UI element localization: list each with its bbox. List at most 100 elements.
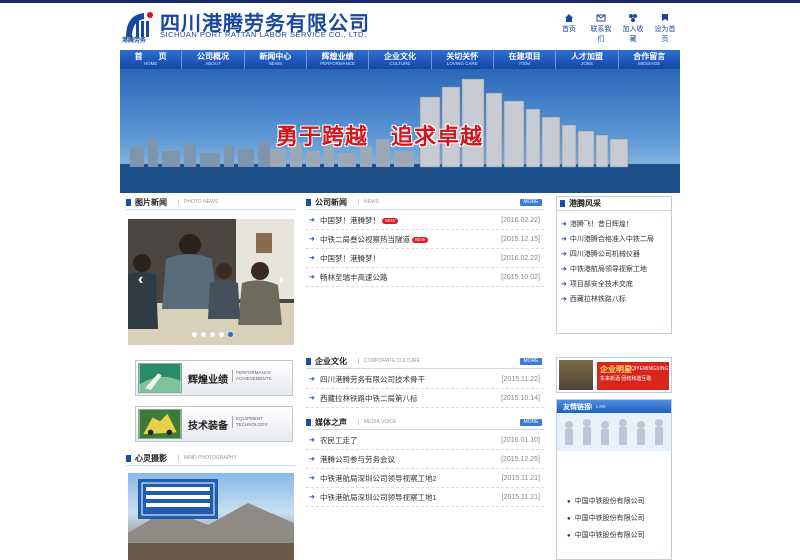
business-people-image [557,413,671,451]
slider-dot[interactable] [219,332,224,337]
news-title: 西藏拉林铁路中铁二局第八标 [320,394,418,403]
section-title-en: CORPORATE CULTURE [358,358,420,364]
arrow-icon: ➜ [309,437,315,444]
photo-slider[interactable]: ‹ › [128,219,294,345]
bookmark-icon [629,14,637,22]
nav-performance[interactable]: 辉煌业绩 PERFORMANCE [307,50,370,69]
list-item[interactable]: ➜ 西藏拉林铁路八标 [561,292,654,307]
arrow-icon: ➜ [309,475,315,482]
nav-label-en: JOBS [581,61,593,66]
slider-dot[interactable] [210,332,215,337]
section-bullet-icon [306,358,311,365]
slider-next-icon[interactable]: › [279,271,284,289]
more-button[interactable]: MORE [520,419,542,426]
more-button[interactable]: MORE [520,358,542,365]
list-item[interactable]: ➜ 港腾飞！昔日辉煌！ [561,217,654,232]
nav-label: 合作留言 [633,52,666,61]
corporate-star-banner[interactable]: 企业明星 QIYEMINGXING 东来新酒 团结和谐互助 [556,357,672,393]
slider-dot[interactable] [192,332,197,337]
arrow-icon: ➜ [561,296,567,303]
bullet-icon: ● [567,499,571,505]
header-link-bookmark[interactable]: 加入收藏 [620,13,646,44]
news-date: [2015.11.22] [501,376,540,383]
nav-label-en: CULTURE [389,61,411,66]
performance-thumbnail-image [138,363,182,393]
side-news-title: 四川港腾公司机械仪器 [569,251,640,258]
nav-loving-care[interactable]: 关切关怀 LOVING CARE [432,50,494,69]
slider-photo-image [128,219,294,345]
nav-home[interactable]: 首 页 HOME [120,50,183,69]
list-item[interactable]: ➜ 中铁港航局深圳公司领导视察工地2 [2015.11.21] [306,469,544,488]
section-title-en: MEDIA VOICE [358,419,397,425]
section-title: 心灵摄影 [135,454,167,463]
list-item[interactable]: ➜ 中铁二局叁公视察热当隧道 NEW [2015.12.15] [306,230,544,249]
list-item[interactable]: ➜ 四川港腾公司机械仪器 [561,247,654,262]
new-badge: NEW [412,237,428,243]
list-item[interactable]: ➜ 畅林至瑞丰高速公路 [2015.10.02] [306,268,544,287]
nav-label: 关切关怀 [446,52,479,61]
mind-photo-image[interactable] [128,473,294,560]
feature-label: 技术装备 [188,421,228,432]
friend-link-label: 中国中铁股份有限公司 [574,498,645,505]
home-icon [565,14,573,22]
arrow-icon: ➜ [309,236,315,243]
friend-link[interactable]: ● 中国中铁股份有限公司 [567,513,645,530]
nav-culture[interactable]: 企业文化 CULTURE [369,50,432,69]
nav-label-en: MESSAGE [638,61,661,66]
nav-jobs[interactable]: 人才加盟 JOBS [556,50,619,69]
news-date: [2015.11.21] [501,475,540,482]
arrow-icon: ➜ [561,236,567,243]
nav-label: 辉煌业绩 [321,52,354,61]
news-title: 中铁港航局深圳公司领导视察工地1 [320,493,437,502]
feature-label: 辉煌业绩 [188,375,228,386]
nav-item[interactable]: 在建项目 ITEM [494,50,557,69]
bullet-icon: ● [567,516,571,522]
friend-link-label: 中国中铁股份有限公司 [574,515,645,522]
friend-link[interactable]: ● 中国中铁股份有限公司 [567,530,645,547]
slider-dot-active[interactable] [228,332,233,337]
header-link-home[interactable]: 首页 [556,13,582,44]
slider-dot[interactable] [201,332,206,337]
nav-label-en: LOVING CARE [446,61,478,66]
header-link-contact[interactable]: 联系我们 [588,13,614,44]
nav-label-en: ITEM [519,61,530,66]
list-item[interactable]: ➜ 农民工走了 [2016.01.10] [306,431,544,450]
list-item[interactable]: ➜ 中铁港航局领导视察工地 [561,262,654,277]
arrow-icon: ➜ [309,255,315,262]
page-wrapper: 港腾劳务 四川港腾劳务有限公司 SICHUAN PORT RATTAN LABO… [120,3,680,560]
culture-header: 企业文化 CORPORATE CULTURE MORE [306,355,544,369]
friend-links-header: 友情链接 LINK [557,400,671,413]
list-item[interactable]: ➜ 西藏拉林铁路中铁二局第八标 [2015.10.14] [306,389,544,408]
list-item[interactable]: ➜ 中川港腾合格准入中铁二局 [561,232,654,247]
nav-message[interactable]: 合作留言 MESSAGE [619,50,680,69]
slider-prev-icon[interactable]: ‹ [138,271,143,289]
list-item[interactable]: ➜ 中国梦！港腾梦！ NEW [2016.02.22] [306,211,544,230]
more-button[interactable]: MORE [520,199,542,206]
friend-link[interactable]: ● 中国中铁股份有限公司 [567,496,645,513]
list-item[interactable]: ➜ 港腾公司参与劳务会议 [2015.12.25] [306,450,544,469]
list-item[interactable]: ➜ 四川港腾劳务有限公司技术骨干 [2015.11.22] [306,370,544,389]
feature-label-en: PERFORMANCE ACHIEVEMENTS [232,370,272,382]
news-title: 农民工走了 [320,436,358,445]
nav-about[interactable]: 公司概况 ABOUT [182,50,245,69]
section-title: 友情链接 [563,404,591,411]
arrow-icon: ➜ [309,456,315,463]
nav-label: 人才加盟 [570,52,603,61]
news-title: 中国梦！港腾梦！ [320,254,380,263]
section-title-en: NEWS [358,199,379,205]
media-header: 媒体之声 MEDIA VOICE MORE [306,416,544,430]
equipment-button[interactable]: 技术装备 EQUIPMENT TECHNOLOGY [135,406,293,442]
header-link-homepage[interactable]: 设为首页 [652,13,678,44]
header-link-label: 联系我们 [590,26,612,43]
list-item[interactable]: ➜ 中铁港航局深圳公司领导视察工地1 [2015.11.21] [306,488,544,507]
side-news-title: 港腾飞！昔日辉煌！ [569,221,633,228]
nav-label-en: ABOUT [205,61,221,66]
list-item[interactable]: ➜ 项目部安全技术交底 [561,277,654,292]
list-item[interactable]: ➜ 中国梦！港腾梦！ [2016.02.22] [306,249,544,268]
section-bullet-icon [560,200,565,207]
side-news-title: 中川港腾合格准入中铁二局 [569,236,654,243]
news-title: 中铁港航局深圳公司领导视察工地2 [320,474,437,483]
performance-button[interactable]: 辉煌业绩 PERFORMANCE ACHIEVEMENTS [135,360,293,396]
company-name-en: SICHUAN PORT RATTAN LABOR SERVICE CO., L… [160,30,367,39]
nav-news[interactable]: 新闻中心 NEWS [245,50,307,69]
